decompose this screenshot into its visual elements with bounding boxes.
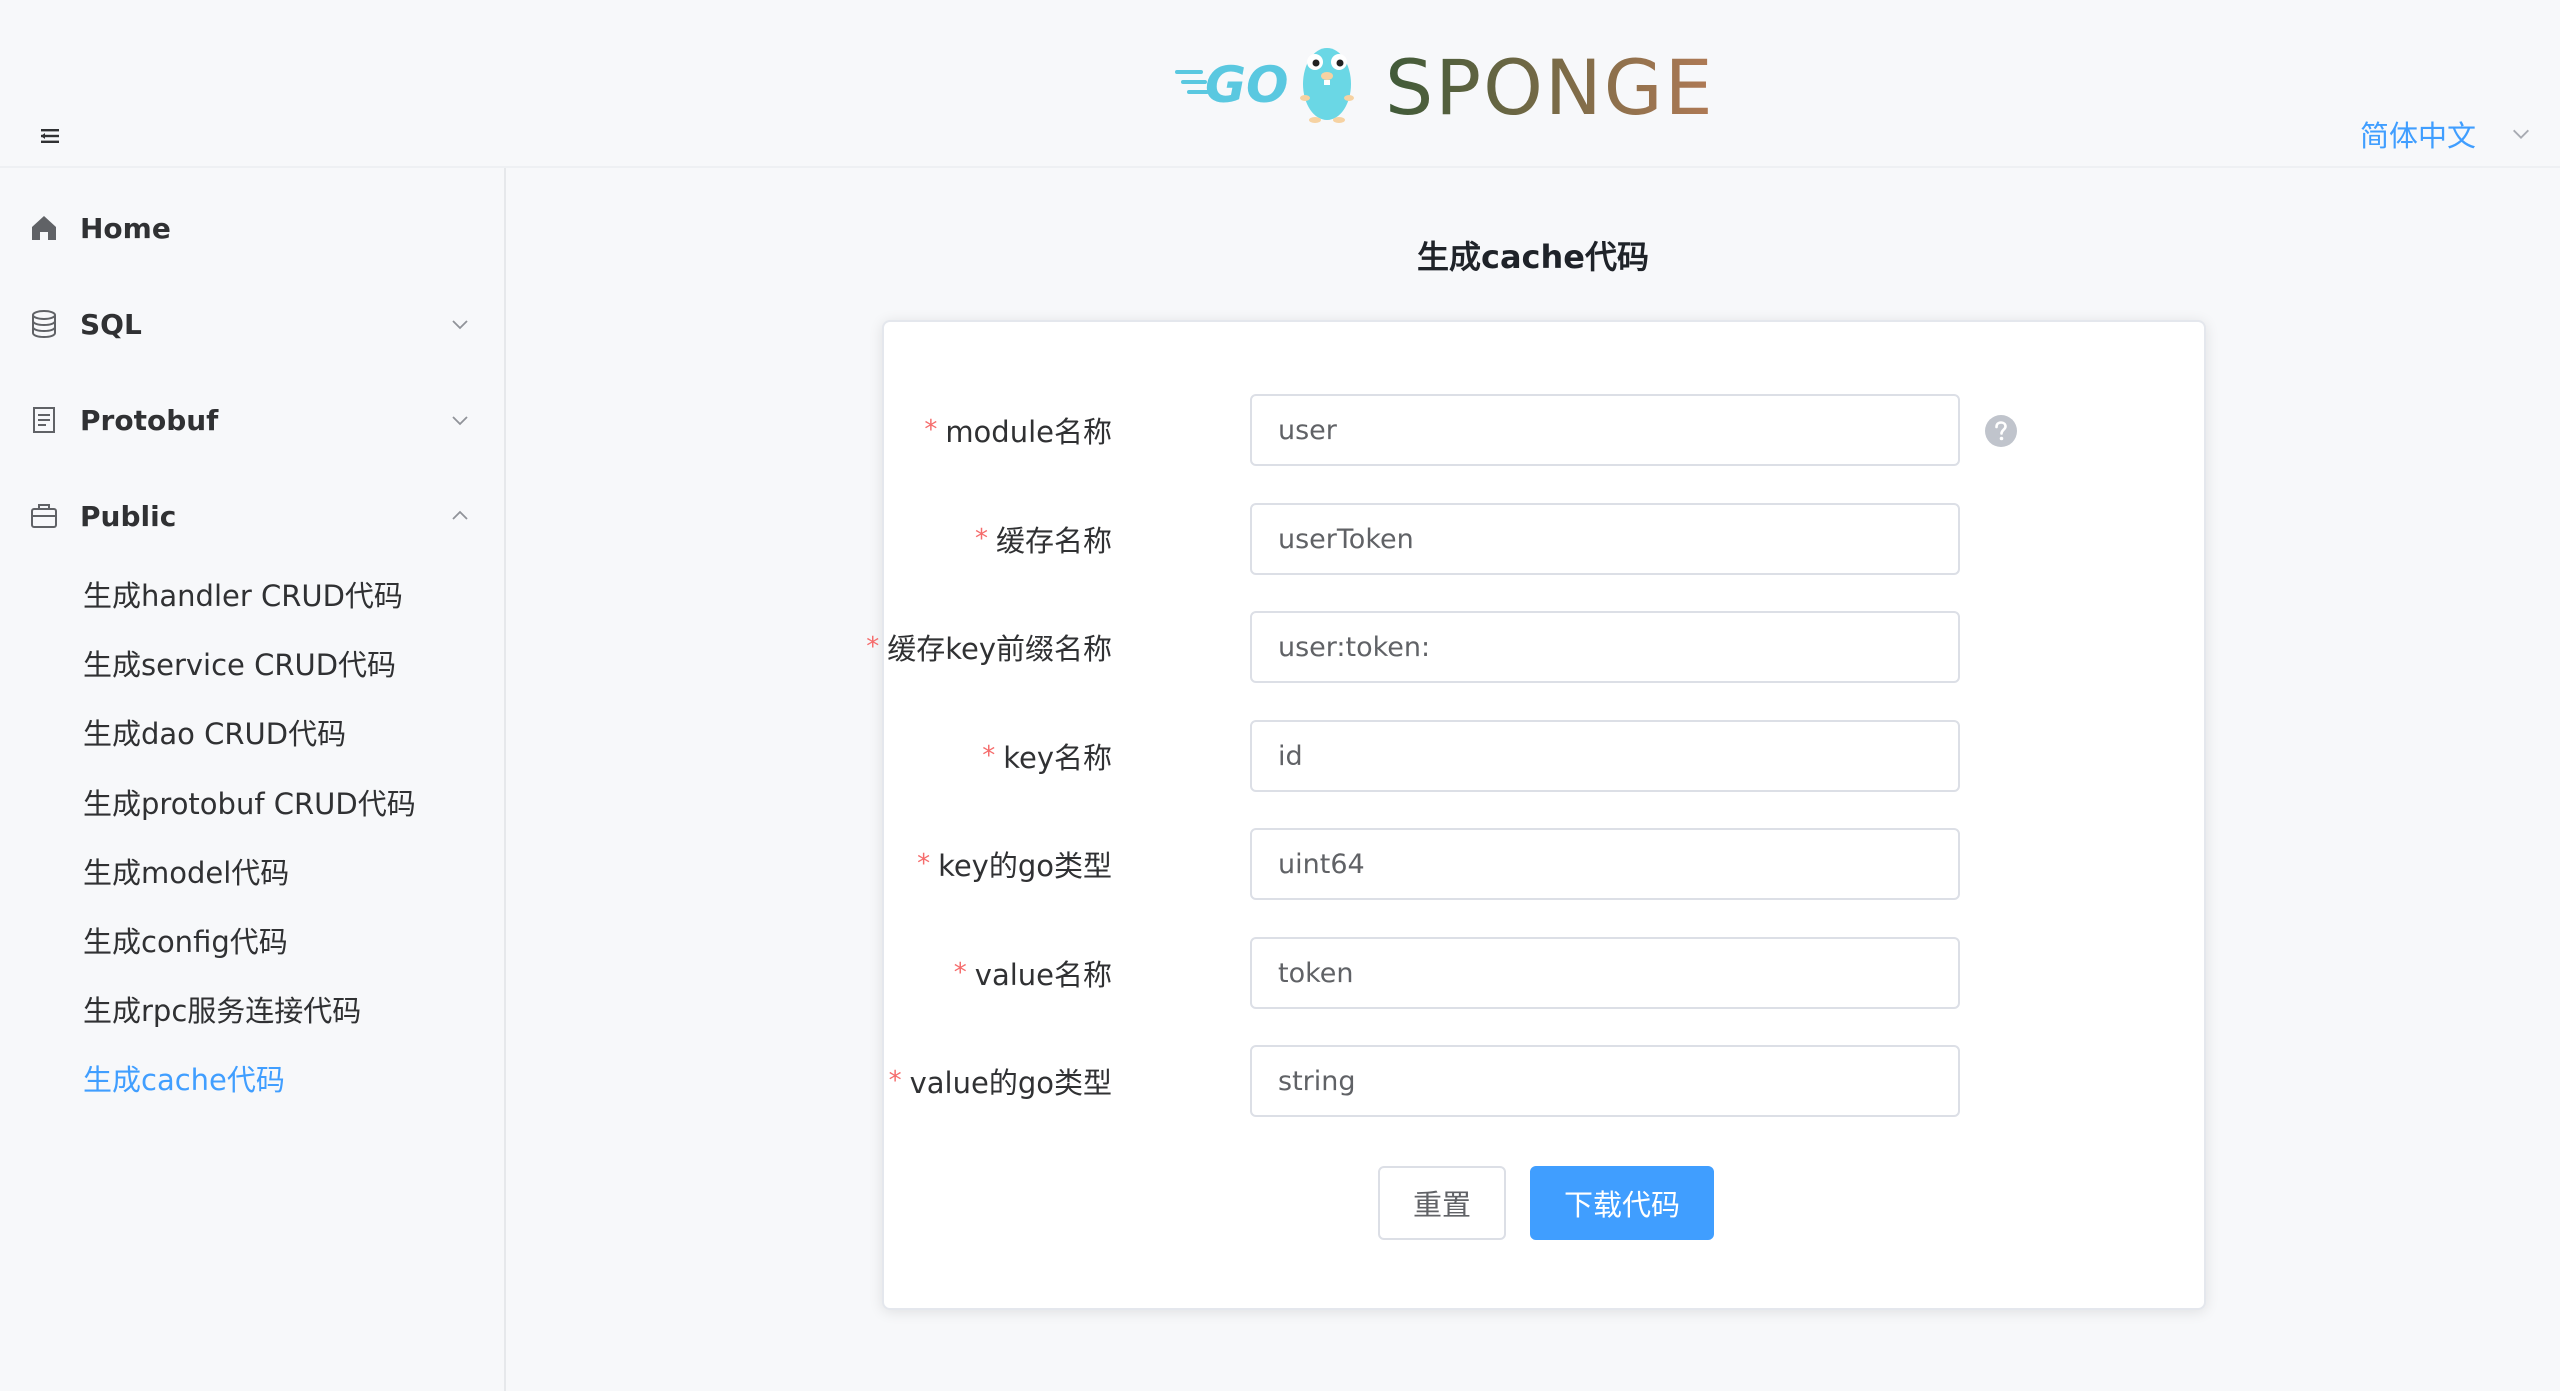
sidebar-item-sql[interactable]: SQL: [0, 276, 504, 372]
sidebar-subitem-dao-crud[interactable]: 生成dao CRUD代码: [0, 698, 504, 766]
required-mark: *: [888, 1066, 902, 1096]
form-label: * 缓存名称: [975, 503, 1112, 575]
required-mark: *: [982, 741, 996, 771]
go-sponge-logo: GO SPONGE: [1175, 43, 1715, 132]
required-mark: *: [974, 524, 988, 554]
sidebar-subitem-label: 生成protobuf CRUD代码: [83, 787, 416, 821]
form-row-key-name: * key名称: [884, 720, 2208, 792]
form-label-text: 缓存名称: [995, 524, 1112, 558]
chevron-down-icon: [452, 416, 468, 426]
question-help-icon[interactable]: [1984, 414, 2018, 448]
sidebar-item-public[interactable]: Public: [0, 468, 504, 564]
form-label-text: key的go类型: [938, 849, 1112, 883]
sidebar-item-label: Home: [80, 211, 171, 245]
sidebar-subitem-label: 生成handler CRUD代码: [83, 579, 403, 613]
svg-text:GO: GO: [1205, 56, 1289, 114]
sidebar-subitem-service-crud[interactable]: 生成service CRUD代码: [0, 629, 504, 697]
required-mark: *: [924, 415, 938, 445]
cache-key-prefix-input[interactable]: [1250, 611, 1960, 683]
sidebar-item-label: Protobuf: [80, 403, 219, 437]
module-name-input[interactable]: [1250, 394, 1960, 466]
key-go-type-input[interactable]: [1250, 828, 1960, 900]
language-select[interactable]: 简体中文: [2360, 112, 2532, 156]
top-header: GO SPONGE 简体中文: [0, 0, 2560, 168]
document-icon: [33, 407, 55, 433]
menu-toggle-icon[interactable]: [38, 124, 62, 148]
home-icon: [32, 216, 56, 240]
form-card: * module名称 * 缓存名称 * 缓存key前缀名称 * key名称: [866, 320, 2208, 1310]
sidebar-subitem-config[interactable]: 生成config代码: [0, 906, 504, 974]
sidebar-subitem-label: 生成service CRUD代码: [83, 648, 397, 682]
sidebar-item-label: Public: [80, 499, 177, 533]
language-label[interactable]: 简体中文: [2360, 113, 2476, 155]
cache-name-input[interactable]: [1250, 503, 1960, 575]
form-label-text: 缓存key前缀名称: [887, 632, 1112, 666]
sidebar-subitem-label: 生成cache代码: [83, 1063, 285, 1097]
value-name-input[interactable]: [1250, 937, 1960, 1009]
form-label: * key名称: [982, 720, 1112, 792]
form-row-value-go-type: * value的go类型: [884, 1045, 2208, 1117]
chevron-up-icon: [452, 510, 468, 520]
sidebar-subitem-model[interactable]: 生成model代码: [0, 837, 504, 905]
form-row-key-go-type: * key的go类型: [884, 828, 2208, 900]
sidebar-subitem-label: 生成dao CRUD代码: [83, 717, 347, 751]
sidebar-subitem-cache[interactable]: 生成cache代码: [0, 1044, 504, 1112]
form-label: * module名称: [924, 394, 1112, 466]
form-label: * value名称: [954, 937, 1112, 1009]
sidebar-item-home[interactable]: Home: [0, 180, 504, 276]
form-row-value-name: * value名称: [884, 937, 2208, 1009]
sidebar-subitem-protobuf-crud[interactable]: 生成protobuf CRUD代码: [0, 768, 504, 836]
sidebar-subitem-rpc-connect[interactable]: 生成rpc服务连接代码: [0, 975, 504, 1043]
required-mark: *: [917, 849, 931, 879]
required-mark: *: [953, 958, 967, 988]
sidebar-item-protobuf[interactable]: Protobuf: [0, 372, 504, 468]
reset-button[interactable]: 重置: [1378, 1166, 1506, 1240]
form-row-module-name: * module名称: [884, 394, 2208, 466]
form-row-cache-key-prefix: * 缓存key前缀名称: [866, 611, 2208, 683]
chevron-down-icon: [2513, 129, 2529, 139]
form-label: * value的go类型: [889, 1045, 1112, 1117]
form-label: * 缓存key前缀名称: [866, 611, 1112, 683]
svg-text:SPONGE: SPONGE: [1385, 43, 1715, 132]
form-label-text: value名称: [974, 958, 1112, 992]
sidebar-subitem-label: 生成rpc服务连接代码: [83, 994, 362, 1028]
sidebar-subitem-label: 生成config代码: [83, 925, 288, 959]
form-label-text: module名称: [945, 415, 1112, 449]
sidebar-subitem-handler-crud[interactable]: 生成handler CRUD代码: [0, 560, 504, 628]
key-name-input[interactable]: [1250, 720, 1960, 792]
page-title: 生成cache代码: [1416, 238, 1650, 276]
download-code-button[interactable]: 下载代码: [1530, 1166, 1714, 1240]
sidebar-subitem-label: 生成model代码: [83, 856, 290, 890]
form-label-text: value的go类型: [909, 1066, 1112, 1100]
briefcase-icon: [31, 504, 57, 528]
form-row-cache-name: * 缓存名称: [884, 503, 2208, 575]
form-label-text: key名称: [1003, 741, 1112, 775]
sidebar: Home SQL Protobuf Public 生成handler CRUD代…: [0, 168, 506, 1391]
chevron-down-icon: [452, 320, 468, 330]
value-go-type-input[interactable]: [1250, 1045, 1960, 1117]
form-label: * key的go类型: [917, 828, 1112, 900]
database-icon: [32, 310, 56, 339]
sidebar-item-label: SQL: [80, 307, 142, 341]
required-mark: *: [866, 632, 880, 662]
